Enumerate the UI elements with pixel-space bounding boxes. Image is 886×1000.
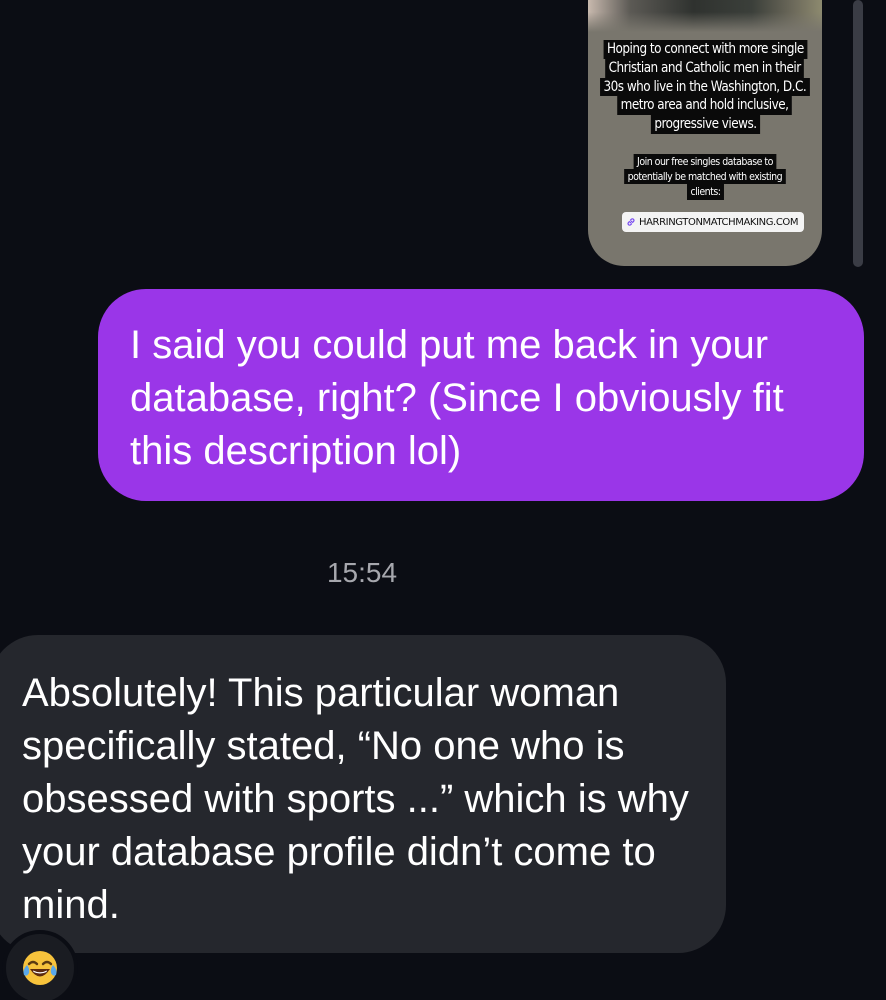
face-with-tears-of-joy-icon bbox=[23, 951, 57, 985]
message-reaction[interactable] bbox=[2, 930, 78, 1000]
story-headline-line: progressive views. bbox=[650, 115, 760, 134]
story-headline: Hoping to connect with more single Chris… bbox=[588, 40, 822, 134]
story-link-label: HARRINGTONMATCHMAKING.COM bbox=[639, 216, 799, 228]
chat-screen: Hoping to connect with more single Chris… bbox=[0, 0, 886, 1000]
link-icon bbox=[627, 218, 635, 226]
story-headline-line: 30s who live in the Washington, D.C. bbox=[600, 77, 810, 97]
story-subline: Join our free singles database to potent… bbox=[588, 154, 822, 200]
received-message-bubble[interactable]: Absolutely! This particular woman specif… bbox=[0, 635, 726, 953]
sent-message-text: I said you could put me back in your dat… bbox=[130, 323, 784, 473]
scrollbar[interactable] bbox=[853, 0, 863, 267]
received-message-text: Absolutely! This particular woman specif… bbox=[22, 671, 689, 927]
message-timestamp: 15:54 bbox=[326, 557, 398, 588]
sent-message-bubble[interactable]: I said you could put me back in your dat… bbox=[98, 289, 864, 501]
story-subline-line: Join our free singles database to bbox=[633, 154, 777, 170]
story-headline-line: Hoping to connect with more single bbox=[603, 40, 807, 59]
story-subline-line: clients: bbox=[686, 184, 724, 200]
story-subline-line: potentially be matched with existing bbox=[624, 169, 786, 185]
story-headline-line: Christian and Catholic men in their bbox=[605, 58, 805, 78]
story-headline-line: metro area and hold inclusive, bbox=[617, 96, 793, 116]
story-link-sticker[interactable]: HARRINGTONMATCHMAKING.COM bbox=[622, 212, 805, 232]
story-photo bbox=[588, 0, 822, 32]
